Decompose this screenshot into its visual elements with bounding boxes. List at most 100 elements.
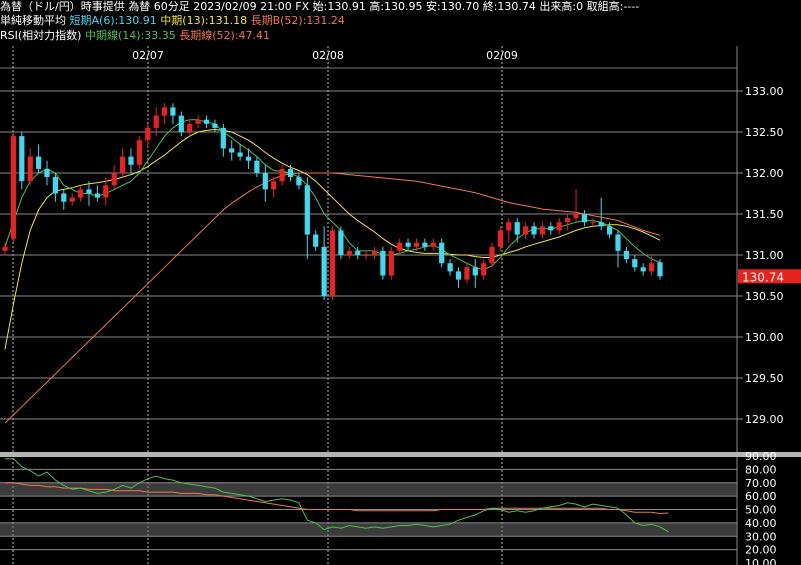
candle-body — [27, 156, 33, 182]
candle-body — [128, 156, 134, 165]
candle-body — [245, 156, 252, 161]
candle-body — [363, 255, 369, 256]
candle-body — [380, 250, 386, 276]
candle-body — [472, 267, 478, 276]
candle-body — [2, 246, 8, 251]
price-tick-label: 131.50 — [745, 208, 784, 221]
candle-body — [296, 177, 302, 186]
candle-body — [329, 230, 336, 296]
candle-body — [120, 156, 126, 173]
candle-body — [497, 230, 503, 247]
candle-body — [439, 242, 445, 264]
candle-body — [44, 168, 50, 178]
candle-body — [405, 242, 411, 247]
candle-body — [422, 242, 428, 247]
candle-body — [388, 250, 394, 276]
candle-body — [430, 242, 436, 247]
rsi-band — [0, 522, 737, 537]
rsi-tick-label: 90.00 — [745, 450, 777, 463]
price-tick-label: 131.00 — [745, 249, 784, 262]
rsi-tick-label: 20.00 — [745, 544, 777, 557]
candle-body — [321, 246, 327, 296]
candle-body — [313, 234, 319, 247]
candle-body — [539, 226, 545, 235]
candle-body — [531, 226, 537, 235]
candle-body — [145, 127, 151, 141]
price-tick-label: 129.50 — [745, 372, 784, 385]
candle-body — [10, 136, 16, 239]
candle-body — [548, 226, 554, 231]
panel-separator — [0, 452, 801, 457]
date-label: 02/09 — [486, 49, 518, 62]
candle-body — [640, 267, 646, 272]
candle-body — [237, 152, 243, 157]
candle-body — [203, 119, 210, 124]
candle-body — [220, 127, 226, 149]
price-chart[interactable]: 02/07 02/08 02/09 133.00 132.50 132.00 131.50 1… — [0, 0, 801, 565]
price-tick-label: 132.00 — [745, 167, 784, 180]
date-label: 02/07 — [132, 49, 164, 62]
candle-body — [69, 197, 75, 202]
candle-body — [581, 214, 587, 223]
candle-body — [447, 263, 453, 272]
candle-body — [556, 222, 562, 231]
candle-body — [61, 193, 67, 202]
candle-body — [153, 115, 159, 128]
candle-body — [103, 185, 109, 198]
candle-body — [413, 242, 420, 247]
last-price-label: 130.74 — [742, 270, 784, 284]
candle-body — [229, 148, 235, 153]
candle-body — [78, 189, 84, 198]
candle-body — [355, 250, 361, 255]
candle-body — [187, 123, 193, 132]
candle-body — [632, 259, 638, 268]
candle-body — [271, 181, 277, 190]
candle-body — [481, 263, 487, 276]
candle-body — [36, 156, 42, 169]
candle-body — [304, 185, 310, 235]
candle-body — [287, 168, 294, 178]
candle-body — [111, 173, 117, 186]
candle-body — [52, 177, 58, 194]
candle-body — [86, 189, 92, 194]
candle-body — [397, 242, 403, 251]
rsi-tick-label: 40.00 — [745, 517, 777, 530]
candle-body — [607, 226, 613, 235]
rsi-tick-label: 50.00 — [745, 504, 777, 517]
candle-body — [649, 263, 655, 272]
rsi-tick-label: 30.00 — [745, 530, 777, 543]
candle-body — [19, 136, 25, 182]
candle-body — [489, 246, 495, 264]
candle-body — [346, 250, 352, 255]
candle-body — [371, 250, 378, 255]
candle-body — [565, 218, 571, 223]
rsi-tick-label: 60.00 — [745, 490, 777, 503]
candle-body — [136, 140, 142, 165]
rsi-tick-label: 80.00 — [745, 463, 777, 476]
candle-body — [573, 214, 579, 219]
candle-body — [464, 267, 470, 280]
candle-body — [161, 107, 168, 116]
date-label: 02/08 — [312, 49, 344, 62]
candle-body — [615, 234, 621, 251]
candle-body — [514, 222, 520, 235]
candle-body — [195, 119, 201, 124]
rsi-band — [0, 482, 737, 497]
rsi-tick-label: 70.00 — [745, 477, 777, 490]
candle-body — [178, 115, 184, 132]
price-tick-label: 133.00 — [745, 85, 784, 98]
candle-body — [506, 222, 512, 231]
candle-body — [590, 222, 596, 224]
candle-body — [455, 271, 462, 280]
candle-body — [279, 168, 285, 182]
rsi-tick-label: 10.00 — [745, 557, 777, 565]
price-tick-label: 130.50 — [745, 290, 784, 303]
candle-body — [262, 173, 268, 190]
candle-body — [94, 193, 100, 198]
price-tick-label: 132.50 — [745, 126, 784, 139]
candle-body — [338, 230, 344, 255]
candle-body — [254, 160, 260, 173]
candle-body — [598, 222, 604, 227]
candle-body — [170, 107, 176, 116]
candle-body — [523, 226, 529, 235]
